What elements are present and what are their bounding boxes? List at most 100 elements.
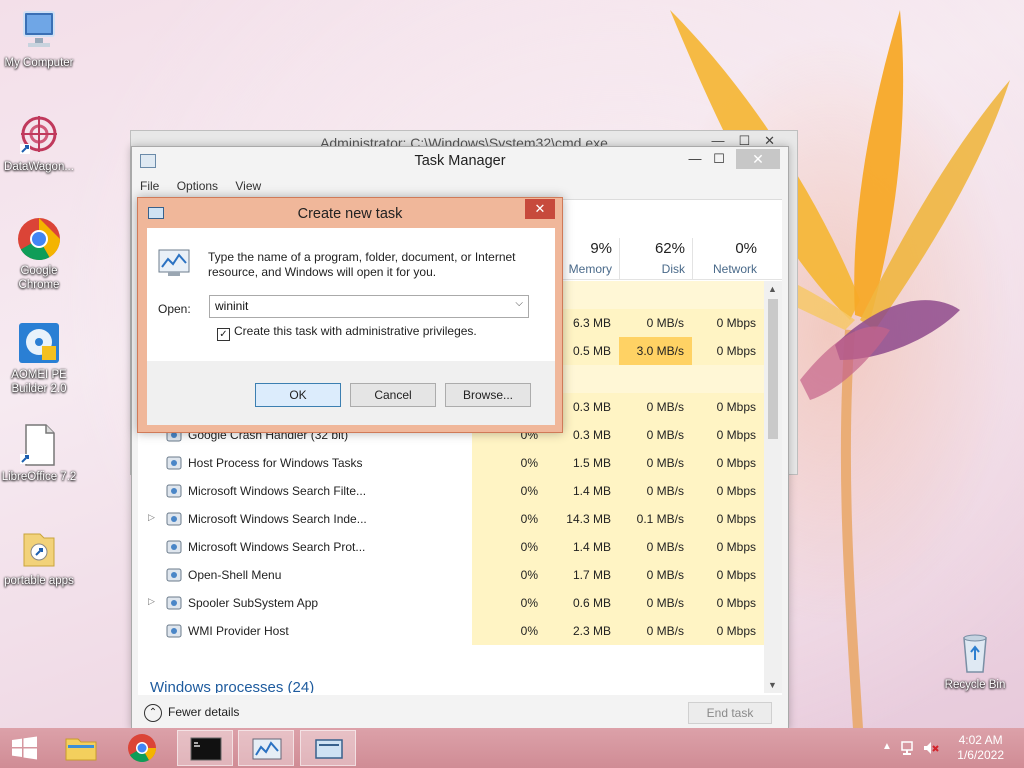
disk-cell: 0 MB/s <box>619 309 692 337</box>
vertical-scrollbar[interactable]: ▲ ▼ <box>764 281 782 693</box>
taskbar-chrome[interactable] <box>114 730 170 766</box>
task-manager-titlebar[interactable]: Task Manager — ☐ ✕ <box>132 147 788 177</box>
network-cell <box>692 365 764 393</box>
start-button[interactable] <box>0 730 56 766</box>
volume-muted-icon[interactable] <box>922 739 940 757</box>
table-row[interactable]: ▷ Spooler SubSystem App 0% 0.6 MB 0 MB/s 0 Mb… <box>138 589 764 617</box>
taskbar-file-explorer[interactable] <box>54 730 110 766</box>
process-name: Microsoft Windows Search Inde... <box>188 512 367 526</box>
task-manager-menubar: File Options View <box>138 179 273 197</box>
browse-button[interactable]: Browse... <box>445 383 531 407</box>
desktop-icon-label: Recycle Bin <box>944 679 1006 691</box>
memory-cell: 1.7 MB <box>546 561 619 589</box>
column-disk[interactable]: 62% Disk <box>619 238 692 280</box>
network-icon[interactable] <box>900 739 918 757</box>
desktop-icon-aomei-pe-builder[interactable]: AOMEI PE Builder 2.0 <box>0 320 78 396</box>
network-cell: 0 Mbps <box>692 477 764 505</box>
cmd-icon <box>190 737 222 761</box>
network-cell <box>692 281 764 309</box>
cpu-cell: 0% <box>472 533 546 561</box>
desktop-icon-label: DataWagon... <box>4 161 74 173</box>
cancel-button[interactable]: Cancel <box>350 383 436 407</box>
clock-time: 4:02 AM <box>958 733 1003 747</box>
end-task-button[interactable]: End task <box>688 702 772 724</box>
memory-cell: 14.3 MB <box>546 505 619 533</box>
network-cell: 0 Mbps <box>692 309 764 337</box>
table-row[interactable]: Host Process for Windows Tasks 0% 1.5 MB 0 … <box>138 449 764 477</box>
maximize-button[interactable]: ☐ <box>708 150 730 168</box>
desktop-icon-label: portable apps <box>4 575 74 587</box>
desktop-icon-label: Google Chrome <box>18 265 60 291</box>
cpu-cell: 0% <box>472 617 546 645</box>
table-row[interactable]: Microsoft Windows Search Filte... 0% 1.4 M… <box>138 477 764 505</box>
folder-icon <box>16 526 62 572</box>
table-row[interactable]: ▷ Microsoft Windows Search Inde... 0% 14.3 … <box>138 505 764 533</box>
create-new-task-dialog[interactable]: Create new task ✕ Type the name of a pro… <box>137 197 563 433</box>
desktop-icon-libreoffice[interactable]: LibreOffice 7.2 <box>0 422 78 484</box>
disk-cell: 0 MB/s <box>619 393 692 421</box>
fewer-details-label: Fewer details <box>168 705 240 720</box>
clock-date: 1/6/2022 <box>957 748 1004 762</box>
clock[interactable]: 4:02 AM 1/6/2022 <box>957 733 1004 763</box>
process-name: Microsoft Windows Search Prot... <box>188 540 366 554</box>
disk-cell: 0.1 MB/s <box>619 505 692 533</box>
network-cell: 0 Mbps <box>692 393 764 421</box>
menu-options[interactable]: Options <box>175 179 220 193</box>
disk-total: 62% <box>654 240 685 257</box>
checkbox-checked-icon[interactable]: ✓ <box>217 328 230 341</box>
process-name: Open-Shell Menu <box>188 568 282 582</box>
memory-cell: 2.3 MB <box>546 617 619 645</box>
chrome-icon <box>128 734 156 762</box>
cpu-cell: 0% <box>472 477 546 505</box>
menu-file[interactable]: File <box>138 179 161 193</box>
taskbar: ▲ 4:02 AM 1/6/2022 <box>0 728 1024 768</box>
fewer-details-button[interactable]: ⌃ Fewer details <box>144 704 239 722</box>
scroll-up-icon[interactable]: ▲ <box>768 284 777 294</box>
desktop-icon-label: My Computer <box>4 57 74 69</box>
network-cell: 0 Mbps <box>692 505 764 533</box>
desktop-icon-recycle-bin[interactable]: Recycle Bin <box>936 630 1014 692</box>
desktop-icon-portable-apps[interactable]: portable apps <box>0 526 78 588</box>
table-row[interactable]: Microsoft Windows Search Prot... 0% 1.4 MB… <box>138 533 764 561</box>
process-name: Host Process for Windows Tasks <box>188 456 363 470</box>
wmi-icon <box>166 623 182 639</box>
disk-cell: 0 MB/s <box>619 589 692 617</box>
show-hidden-icons-icon[interactable]: ▲ <box>882 741 892 752</box>
expand-chevron-icon[interactable]: ▷ <box>148 596 155 607</box>
close-button[interactable]: ✕ <box>736 149 780 169</box>
menu-view[interactable]: View <box>233 179 263 193</box>
open-combobox[interactable]: wininit ⌵ <box>209 295 529 318</box>
recycle-bin-icon <box>952 630 998 676</box>
task-manager-icon <box>252 738 282 760</box>
desktop-icon-label: AOMEI PE Builder 2.0 <box>11 369 67 395</box>
taskbar-cmd[interactable] <box>177 730 233 766</box>
desktop-icon-datawagon[interactable]: DataWagon... <box>0 112 78 174</box>
network-label: Network <box>712 262 757 276</box>
dialog-description: Type the name of a program, folder, docu… <box>208 250 516 279</box>
disk-cell: 0 MB/s <box>619 421 692 449</box>
network-cell: 0 Mbps <box>692 449 764 477</box>
minimize-button[interactable]: — <box>684 150 706 168</box>
dialog-content: Type the name of a program, folder, docu… <box>147 228 555 425</box>
scroll-down-icon[interactable]: ▼ <box>768 680 777 690</box>
cpu-cell: 0% <box>472 589 546 617</box>
process-name: Spooler SubSystem App <box>188 596 319 610</box>
desktop-icon-google-chrome[interactable]: Google Chrome <box>0 216 78 292</box>
desktop-icon-my-computer[interactable]: My Computer <box>0 8 78 70</box>
scrollbar-thumb[interactable] <box>768 299 778 439</box>
open-label: Open: <box>158 302 191 316</box>
disk-cell: 0 MB/s <box>619 477 692 505</box>
table-row[interactable]: Open-Shell Menu 0% 1.7 MB 0 MB/s 0 Mbps <box>138 561 764 589</box>
open-input-value: wininit <box>215 299 249 313</box>
table-row[interactable]: WMI Provider Host 0% 2.3 MB 0 MB/s 0 Mbps <box>138 617 764 645</box>
chevron-down-icon[interactable]: ⌵ <box>515 298 523 309</box>
chrome-icon <box>16 216 62 262</box>
admin-privileges-checkbox[interactable]: ✓ Create this task with administrative pr… <box>217 324 477 341</box>
column-network[interactable]: 0% Network <box>692 238 764 280</box>
taskbar-task-manager[interactable] <box>238 730 294 766</box>
ok-button[interactable]: OK <box>255 383 341 407</box>
printer-icon <box>166 595 182 611</box>
expand-chevron-icon[interactable]: ▷ <box>148 512 155 523</box>
dialog-close-button[interactable]: ✕ <box>525 199 555 219</box>
taskbar-run-dialog[interactable] <box>300 730 356 766</box>
